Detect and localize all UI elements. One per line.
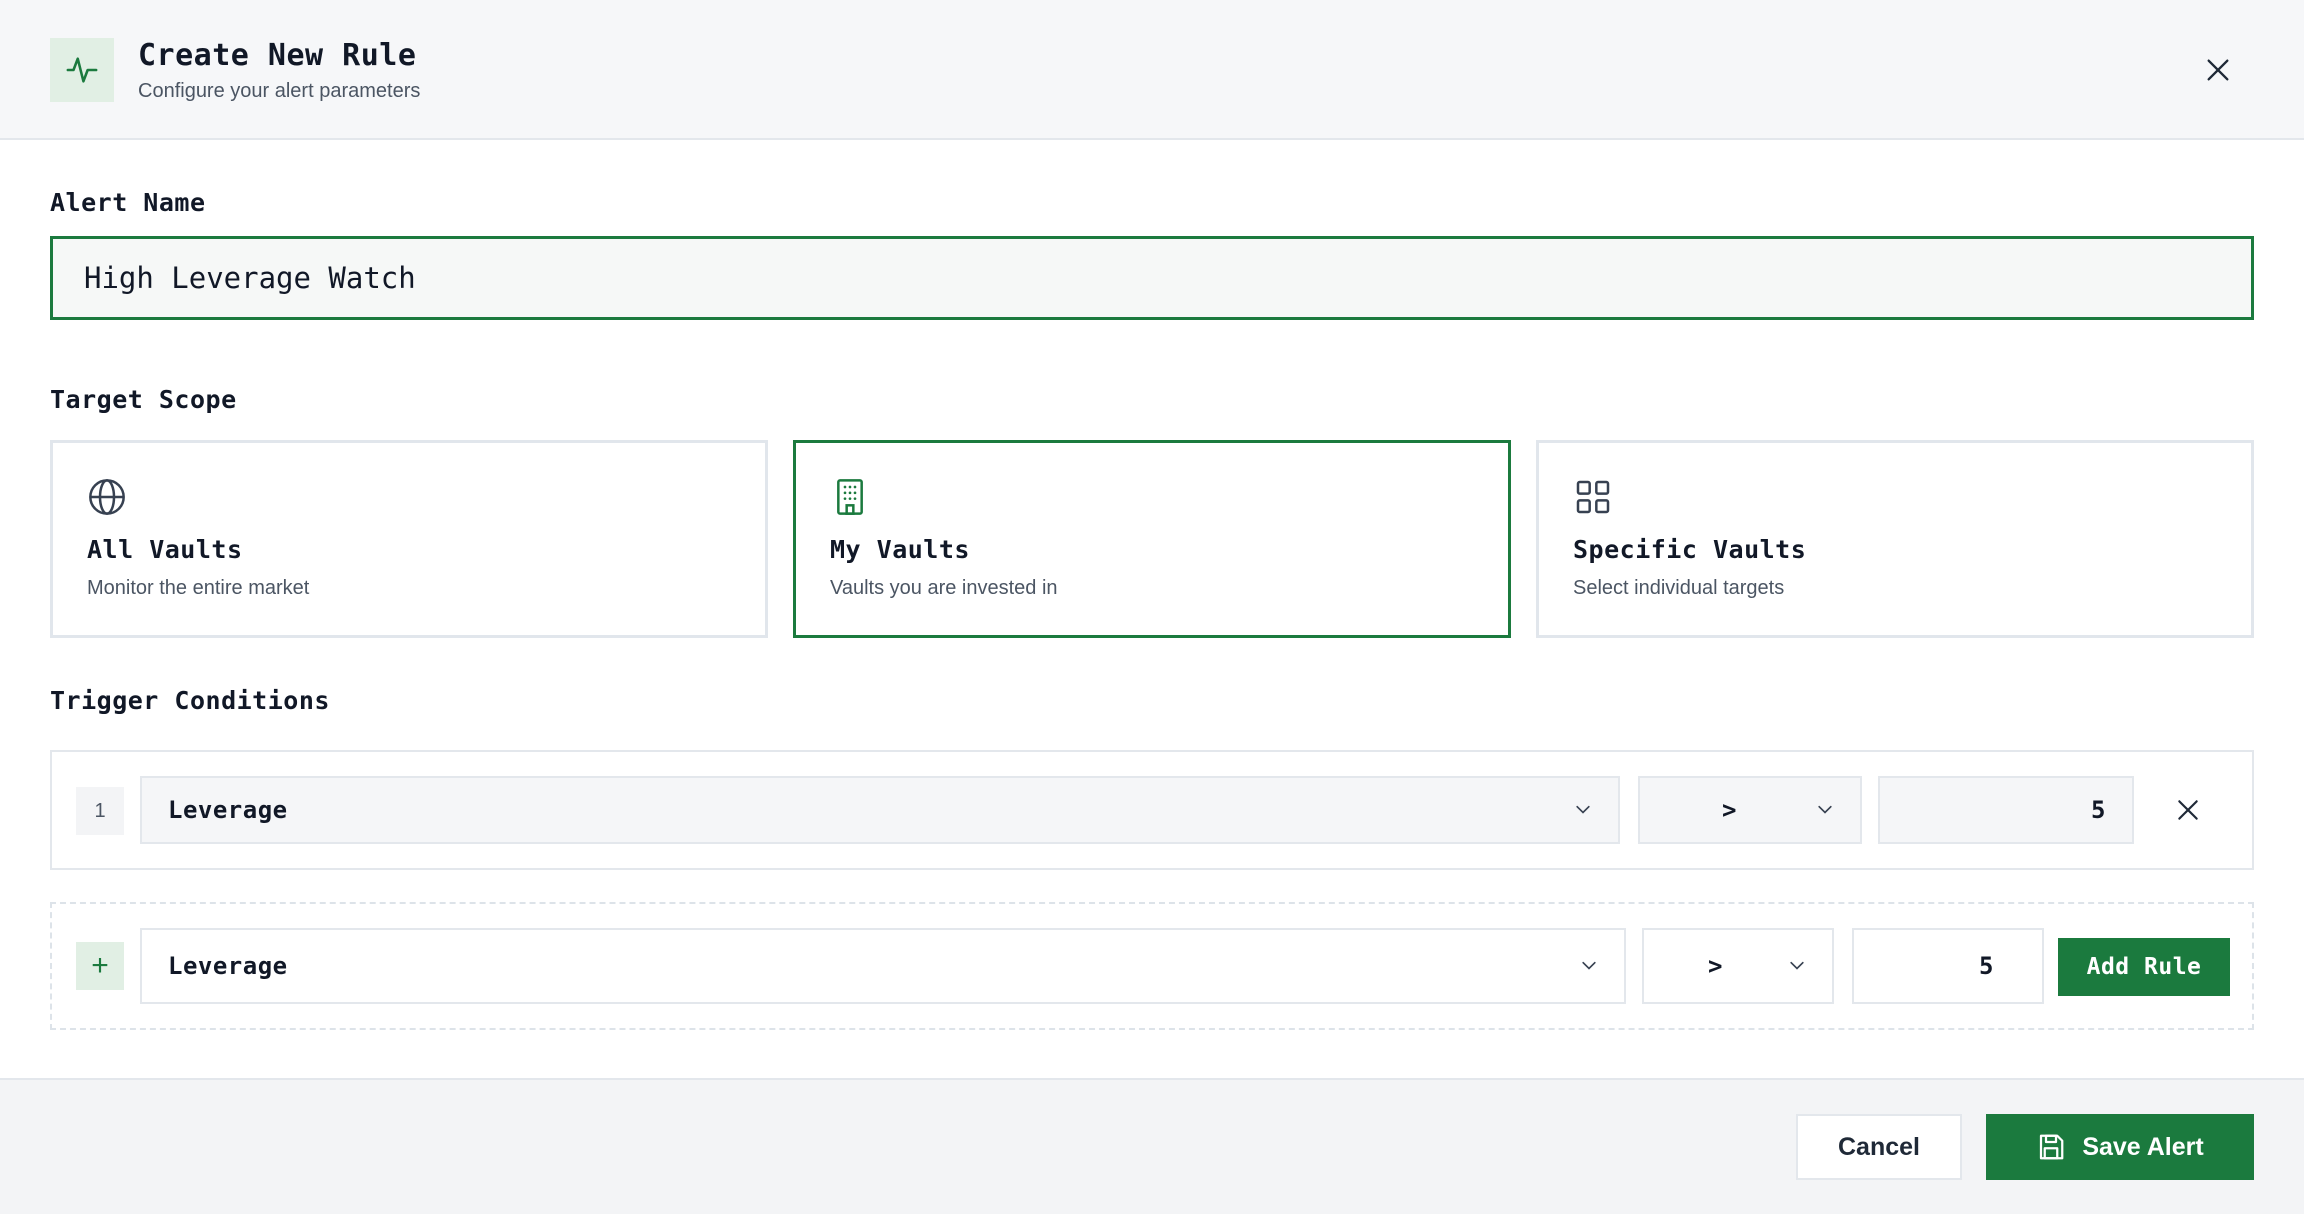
scope-option-title: All Vaults [87,535,243,564]
metric-select-value: Leverage [168,796,288,824]
new-operator-select-value: > [1708,952,1723,980]
condition-row: 1 Leverage > 5 [50,750,2254,870]
close-button[interactable] [2198,50,2238,90]
condition-index: 1 [76,787,124,835]
new-metric-select[interactable]: Leverage [140,928,1626,1004]
save-alert-label: Save Alert [2082,1132,2204,1161]
operator-select-value: > [1722,796,1737,824]
new-operator-select[interactable]: > [1642,928,1834,1004]
alert-name-input[interactable] [50,236,2254,320]
chevron-down-icon [1818,805,1832,814]
scope-option-my-vaults[interactable]: My Vaults Vaults you are invested in [793,440,1511,638]
scope-option-specific-vaults[interactable]: Specific Vaults Select individual target… [1536,440,2254,638]
threshold-value: 5 [2091,796,2106,824]
cancel-button[interactable]: Cancel [1796,1114,1962,1180]
add-rule-button[interactable]: Add Rule [2058,938,2230,996]
remove-condition-button[interactable] [2168,790,2208,830]
activity-icon [50,38,114,102]
trigger-conditions-label: Trigger Conditions [50,686,330,715]
scope-option-description: Vaults you are invested in [830,577,1058,599]
scope-option-title: Specific Vaults [1573,535,1807,564]
scope-option-title: My Vaults [830,535,970,564]
building-icon [837,479,863,515]
scope-option-description: Select individual targets [1573,577,1785,599]
chevron-down-icon [1582,961,1596,970]
plus-icon: + [76,942,124,990]
scope-option-description: Monitor the entire market [87,577,310,599]
threshold-input[interactable]: 5 [1878,776,2134,844]
metric-select[interactable]: Leverage [140,776,1620,844]
scope-option-all-vaults[interactable]: All Vaults Monitor the entire market [50,440,768,638]
target-scope-label: Target Scope [50,385,237,414]
new-metric-select-value: Leverage [168,952,288,980]
alert-name-label: Alert Name [50,188,206,217]
dialog-subtitle: Configure your alert parameters [138,80,421,102]
new-threshold-value: 5 [1979,952,1994,980]
operator-select[interactable]: > [1638,776,1862,844]
close-icon [2178,800,2198,820]
globe-icon [89,479,125,515]
new-condition-row: + Leverage > 5 Add Rule [50,902,2254,1030]
chevron-down-icon [1790,961,1804,970]
close-icon [2207,59,2229,81]
dialog-header: Create New Rule Configure your alert par… [0,0,2304,140]
chevron-down-icon [1576,805,1590,814]
save-icon [2040,1134,2064,1160]
dialog-footer: Cancel Save Alert [0,1078,2304,1214]
dialog-title: Create New Rule [138,38,417,73]
grid-icon [1576,480,1610,514]
save-alert-button[interactable]: Save Alert [1986,1114,2254,1180]
new-threshold-input[interactable]: 5 [1852,928,2044,1004]
